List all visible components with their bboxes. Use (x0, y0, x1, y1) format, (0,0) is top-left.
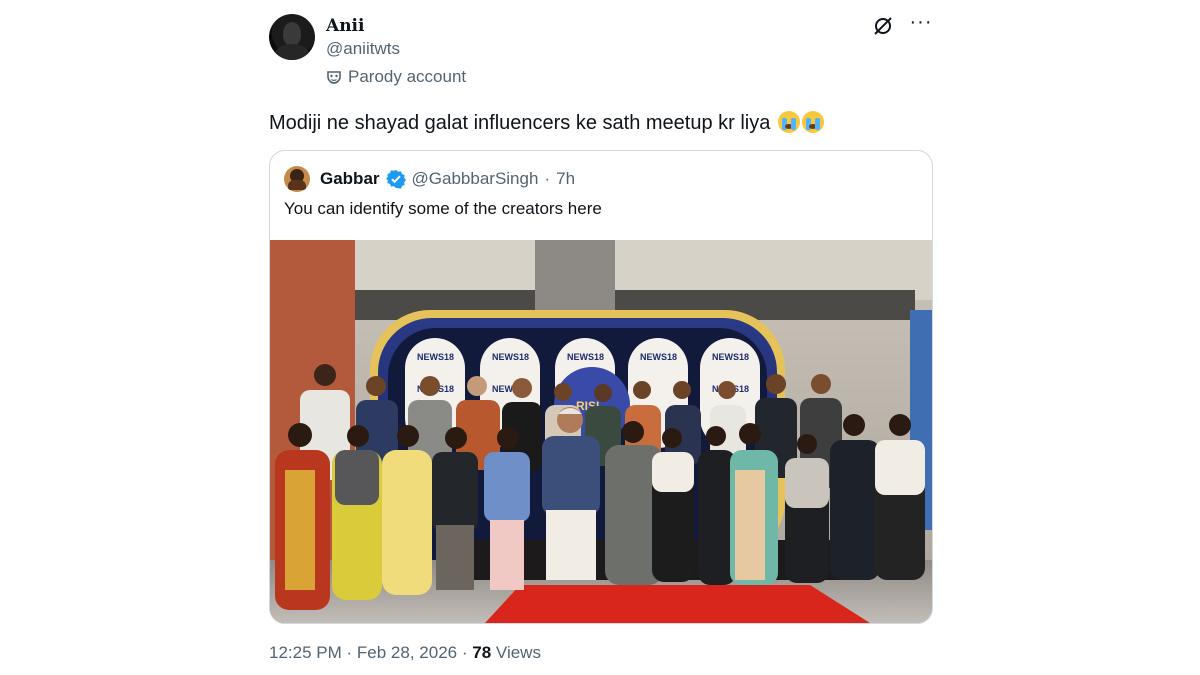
backdrop-logo-4: NEWS18 (640, 352, 677, 362)
meta-separator: · (461, 643, 468, 662)
author-avatar[interactable] (269, 14, 315, 60)
quoted-tweet[interactable]: Gabbar @GabbbarSingh · 7h You can identi… (269, 150, 933, 624)
tweet-text: Modiji ne shayad galat influencers ke sa… (269, 110, 824, 136)
backdrop-logo-1: NEWS18 (417, 352, 454, 362)
loudly-crying-face-icon (801, 111, 824, 133)
backdrop-logo-2: NEWS18 (492, 352, 529, 362)
mask-icon (327, 71, 341, 84)
loudly-crying-face-icon (777, 111, 800, 133)
tweet-time[interactable]: 12:25 PM (269, 643, 342, 662)
quoted-author-avatar (284, 166, 310, 192)
author-name[interactable]: Anii (326, 16, 364, 36)
quoted-tweet-photo[interactable]: NEWS18 NEWS18 NEWS18 NEWS18 NEWS18 NEWS1… (270, 240, 932, 623)
views-label: Views (495, 643, 541, 662)
grok-icon[interactable] (871, 14, 895, 38)
quoted-tweet-header: Gabbar @GabbbarSingh · 7h (284, 166, 575, 192)
quoted-time: 7h (556, 169, 576, 188)
tweet-actions-top: ··· (871, 12, 933, 38)
quoted-tweet-text: You can identify some of the creators he… (284, 199, 602, 218)
meta-separator: · (346, 643, 353, 662)
tweet-date[interactable]: Feb 28, 2026 (357, 643, 457, 662)
more-icon[interactable]: ··· (909, 12, 933, 38)
views-count: 78 (472, 643, 492, 662)
parody-label-text: Parody account (348, 67, 467, 86)
quoted-author-name: Gabbar (320, 169, 380, 188)
tweet-meta: 12:25 PM · Feb 28, 2026 · 78 Views (269, 643, 541, 663)
backdrop-logo-3: NEWS18 (567, 352, 604, 362)
quoted-separator: · (544, 169, 551, 188)
backdrop-logo-5: NEWS18 (712, 352, 749, 362)
parody-label: Parody account (326, 67, 466, 87)
tweet-text-body: Modiji ne shayad galat influencers ke sa… (269, 112, 771, 134)
quoted-author-handle: @GabbbarSingh (411, 169, 539, 188)
verified-badge-icon (385, 170, 406, 189)
author-handle[interactable]: @aniitwts (326, 39, 400, 59)
